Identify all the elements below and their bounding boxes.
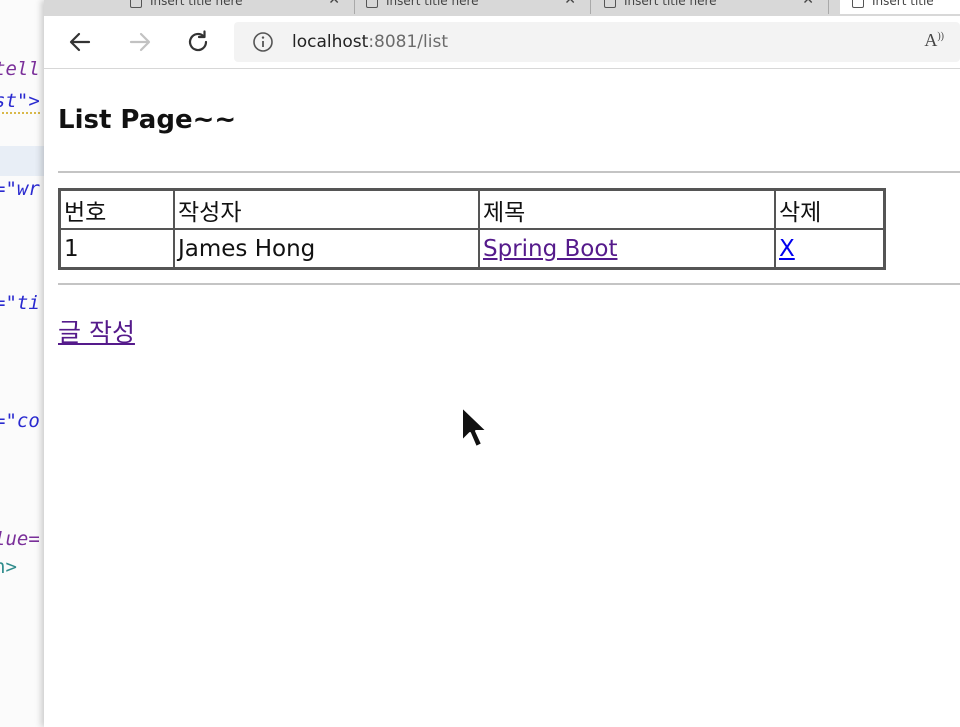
browser-tab[interactable]: Insert title here ✕ [354,0,591,14]
table-header-row: 번호 작성자 제목 삭제 [60,190,884,229]
editor-code-line: lue= [0,528,40,550]
browser-tab-active[interactable]: Insert title [840,0,960,14]
tab-title: Insert title here [150,0,243,8]
back-button[interactable] [64,26,96,58]
page-icon [604,0,616,8]
mouse-cursor-icon [461,406,488,448]
refresh-icon [188,30,208,52]
page-title: List Page~~ [58,105,237,135]
horizontal-rule [58,171,960,173]
editor-code-line: st"> [0,90,40,114]
browser-tab[interactable]: Insert title here ✕ [592,0,829,14]
editor-code-line: n> [0,556,17,578]
url-host: localhost [292,32,369,52]
page-icon [366,0,378,8]
forward-button[interactable] [124,26,156,58]
header-title: 제목 [479,190,775,229]
editor-current-line [0,146,44,176]
header-number: 번호 [60,190,174,229]
site-info-icon[interactable] [252,31,274,57]
editor-code-line: tell [0,58,40,80]
header-writer: 작성자 [174,190,479,229]
browser-toolbar: localhost:8081/list A)) [44,16,960,69]
cell-number: 1 [60,229,174,268]
browser-window: Insert title here ✕ Insert title here ✕ … [44,0,960,727]
tab-title: Insert title here [624,0,717,8]
url-path: :8081/list [368,32,448,52]
write-post-link[interactable]: 글 작성 [58,313,135,349]
background-code-editor: tell st"> ="wr ="ti ="co lue= n> [0,0,44,727]
browser-tab[interactable]: Insert title here ✕ [118,0,355,14]
horizontal-rule [58,283,960,285]
tab-strip: Insert title here ✕ Insert title here ✕ … [44,0,960,16]
header-delete: 삭제 [775,190,884,229]
close-icon[interactable]: ✕ [328,0,340,8]
editor-code-line: ="co [0,410,40,432]
post-title-link[interactable]: Spring Boot [483,236,617,262]
close-icon[interactable]: ✕ [802,0,814,8]
table-row: 1 James Hong Spring Boot X [60,229,884,268]
refresh-button[interactable] [182,26,214,58]
tab-title: Insert title [872,0,934,8]
arrow-left-icon [69,32,91,52]
close-icon[interactable]: ✕ [564,0,576,8]
editor-code-line: ="ti [0,292,40,314]
cell-delete: X [775,229,884,268]
tab-title: Insert title here [386,0,479,8]
address-bar[interactable]: localhost:8081/list A)) [234,22,960,62]
page-icon [130,0,142,8]
post-list-table: 번호 작성자 제목 삭제 1 James Hong Spring Boot X [58,188,886,270]
read-aloud-icon[interactable]: A)) [924,30,944,51]
page-content: List Page~~ 번호 작성자 제목 삭제 1 James Hong Sp… [44,69,960,727]
delete-link[interactable]: X [779,236,795,262]
page-icon [852,0,864,8]
arrow-right-icon [129,32,151,52]
cell-writer: James Hong [174,229,479,268]
url-text[interactable]: localhost:8081/list [292,32,448,52]
editor-code-line: ="wr [0,178,40,200]
cell-title: Spring Boot [479,229,775,268]
